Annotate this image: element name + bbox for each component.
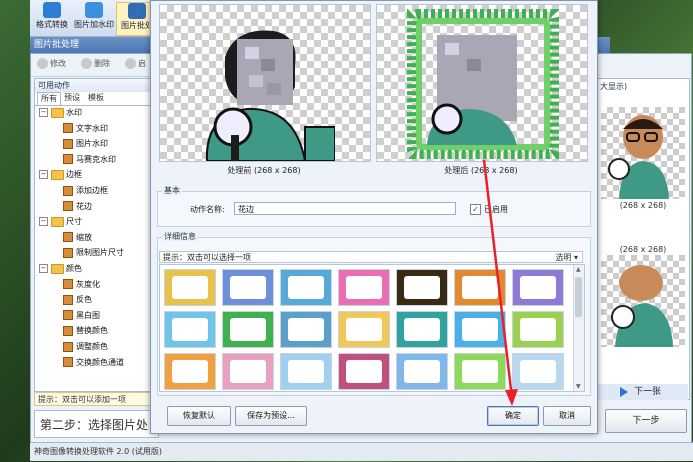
annotation-arrow [482, 159, 514, 399]
annotation-arrow-overlay [482, 159, 518, 406]
arrowhead-icon [505, 389, 518, 406]
